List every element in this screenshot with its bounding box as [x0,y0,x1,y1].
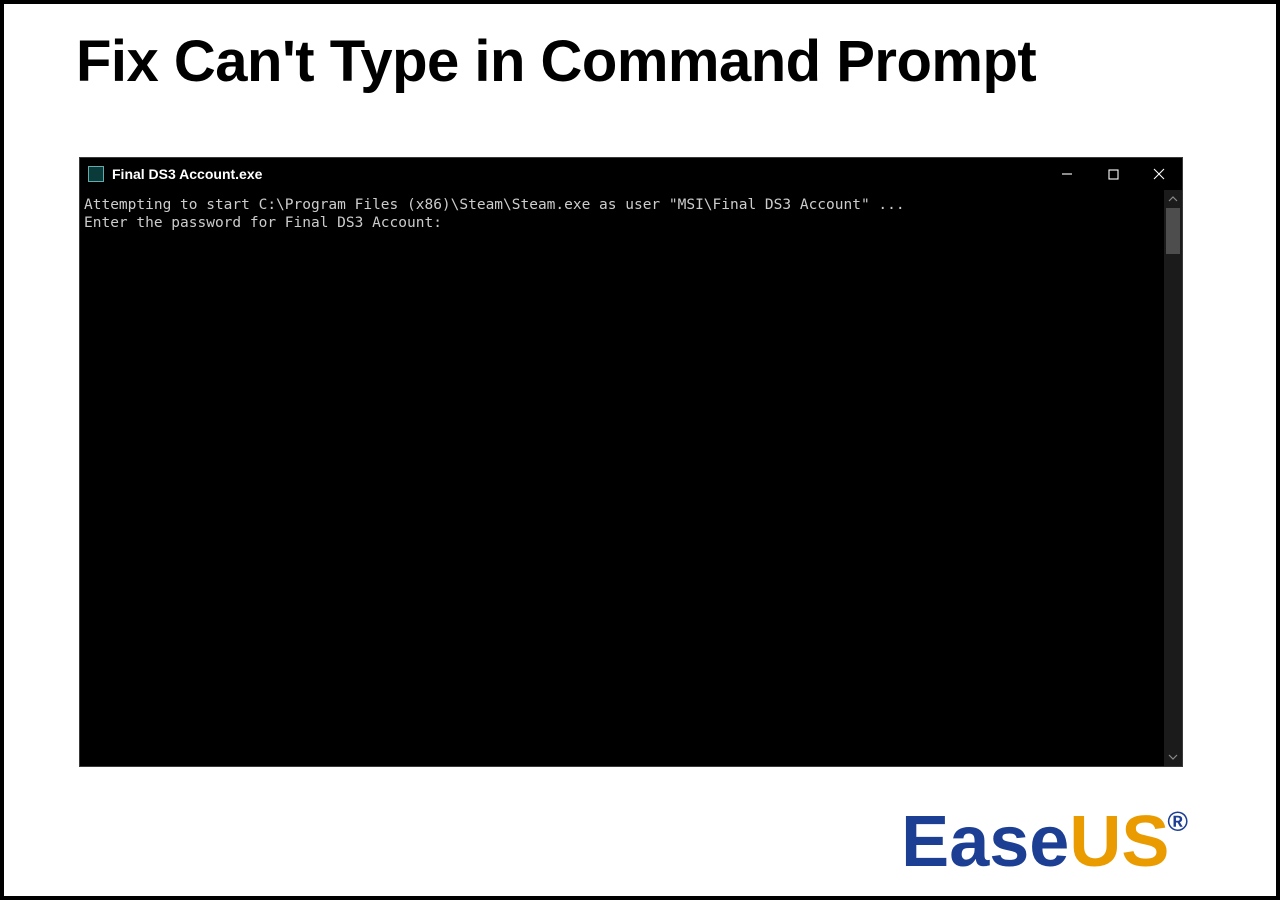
window-title: Final DS3 Account.exe [112,166,262,182]
console-line: Attempting to start C:\Program Files (x8… [84,197,905,213]
chevron-down-icon [1168,752,1178,762]
logo-text-us: US [1069,802,1169,882]
console-line: Enter the password for Final DS3 Account… [84,215,442,231]
window-body: Attempting to start C:\Program Files (x8… [80,190,1182,766]
maximize-button[interactable] [1090,158,1136,190]
command-prompt-window: Final DS3 Account.exe Attempting to star… [80,158,1182,766]
logo-text-ease: Ease [901,802,1069,882]
maximize-icon [1108,169,1119,180]
article-frame: Fix Can't Type in Command Prompt Final D… [0,0,1280,900]
scroll-up-arrow-icon[interactable] [1164,190,1182,208]
scroll-down-arrow-icon[interactable] [1164,748,1182,766]
close-button[interactable] [1136,158,1182,190]
chevron-up-icon [1168,194,1178,204]
close-icon [1153,168,1165,180]
brand-logo: EaseUS ® [901,806,1190,878]
minimize-button[interactable] [1044,158,1090,190]
vertical-scrollbar[interactable] [1164,190,1182,766]
window-titlebar[interactable]: Final DS3 Account.exe [80,158,1182,190]
app-icon [88,166,104,182]
page-title: Fix Can't Type in Command Prompt [76,28,1036,95]
registered-trademark-icon: ® [1167,806,1188,838]
scrollbar-track[interactable] [1164,208,1182,748]
minimize-icon [1061,168,1073,180]
scrollbar-thumb[interactable] [1166,208,1180,254]
console-output[interactable]: Attempting to start C:\Program Files (x8… [80,190,1164,766]
